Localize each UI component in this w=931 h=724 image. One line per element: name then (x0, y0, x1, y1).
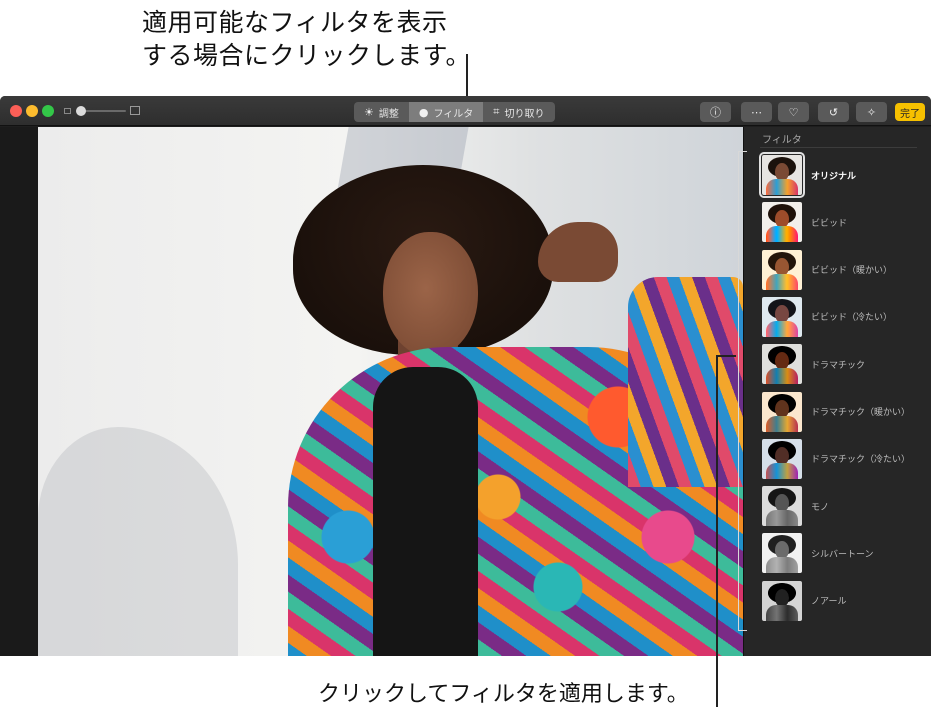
filter-label: シルバートーン (811, 549, 874, 560)
thumbnail-face (775, 399, 789, 418)
filter-item-dramatic-warm[interactable]: ドラマチック（暖かい） (762, 390, 922, 434)
filters-bracket (738, 151, 747, 631)
favorite-button[interactable]: ♡ (778, 102, 809, 122)
minimize-window-button[interactable] (26, 105, 38, 117)
thumbnail-face (775, 257, 789, 276)
filter-thumbnail (762, 344, 802, 385)
filters-sidebar: フィルタ オリジナルビビッドビビッド（暖かい） ビビッド（冷たい） ドラマチックドラ… (743, 127, 931, 656)
callout-bottom-line (716, 355, 718, 707)
filter-item-original[interactable]: オリジナル (759, 152, 922, 198)
filter-thumbnail (762, 249, 802, 290)
crop-icon: ⌗ (493, 105, 500, 118)
filter-thumbnail (762, 438, 802, 479)
edited-photo (38, 127, 743, 656)
filter-thumbnail (762, 296, 802, 337)
done-button[interactable]: 完了 (895, 103, 925, 121)
sun-icon: ☀ (364, 105, 374, 119)
filter-label: オリジナル (811, 171, 857, 182)
zoom-knob[interactable] (76, 106, 86, 116)
rotate-button[interactable]: ↺ (818, 102, 849, 122)
callout-top-line (466, 54, 468, 102)
filter-label: モノ (811, 502, 830, 513)
ellipsis-icon: ⋯ (751, 105, 762, 119)
zoom-in-icon (130, 106, 140, 115)
tab-filters-label: フィルタ (433, 108, 474, 120)
tab-crop-label: 切り取り (504, 108, 545, 120)
filter-thumbnail (762, 202, 802, 243)
callout-bottom-line-cap (716, 355, 736, 357)
black-shirt (373, 367, 478, 656)
heart-icon: ♡ (788, 105, 799, 119)
filter-icon: ● (418, 105, 429, 119)
thumbnail-face (775, 588, 789, 607)
callout-top: 適用可能なフィルタを表示 する場合にクリックします。 (142, 6, 471, 72)
fullscreen-window-button[interactable] (42, 105, 54, 117)
filter-label: ドラマチック (811, 360, 866, 371)
jacket-sleeve (628, 277, 743, 487)
filter-item-dramatic[interactable]: ドラマチック (762, 342, 922, 386)
filter-thumbnail (762, 580, 802, 621)
zoom-slider[interactable] (62, 104, 142, 118)
thumbnail-jacket (766, 179, 798, 195)
zoom-out-icon (64, 108, 71, 114)
rotate-icon: ↺ (828, 105, 839, 119)
filter-item-dramatic-cool[interactable]: ドラマチック（冷たい） (762, 437, 922, 481)
photo-canvas[interactable] (0, 127, 743, 656)
face (383, 232, 478, 357)
thumbnail-jacket (766, 368, 798, 385)
thumbnail-jacket (766, 557, 798, 574)
tab-crop[interactable]: ⌗ 切り取り (483, 102, 554, 122)
close-window-button[interactable] (10, 105, 22, 117)
titlebar: ☀ 調整 ● フィルタ ⌗ 切り取り ⓘ ⋯ ♡ ↺ ✧ 完了 (0, 96, 931, 126)
filter-label: ビビッド (811, 218, 848, 229)
thumbnail-jacket (766, 510, 798, 527)
filter-label: ドラマチック（暖かい） (811, 408, 911, 418)
thumbnail-jacket (766, 226, 798, 243)
magic-wand-icon: ✧ (866, 105, 877, 119)
filter-label: ビビッド（暖かい） (811, 266, 893, 277)
tab-filters[interactable]: ● フィルタ (408, 102, 484, 122)
filter-item-cool[interactable]: ビビッド（冷たい） (762, 295, 922, 339)
filter-label: ビビッド（冷たい） (811, 313, 893, 324)
callout-bottom: クリックしてフィルタを適用します。 (318, 682, 689, 707)
sidebar-divider (760, 147, 917, 148)
wall-shadow-2 (38, 427, 238, 656)
photos-window: ☀ 調整 ● フィルタ ⌗ 切り取り ⓘ ⋯ ♡ ↺ ✧ 完了 フィルタ オリジ… (0, 96, 931, 656)
tab-adjust[interactable]: ☀ 調整 (354, 102, 409, 122)
raised-arm (538, 222, 618, 282)
filter-item-vivid[interactable]: ビビッド (762, 200, 922, 244)
info-icon: ⓘ (710, 106, 721, 119)
filter-label: ドラマチック（冷たい） (811, 455, 911, 466)
more-button[interactable]: ⋯ (741, 102, 772, 122)
sidebar-title: フィルタ (762, 135, 802, 146)
info-button[interactable]: ⓘ (700, 102, 731, 122)
thumbnail-jacket (766, 415, 798, 432)
filter-item-silver[interactable]: シルバートーン (762, 531, 922, 575)
thumbnail-jacket (766, 462, 798, 479)
tab-adjust-label: 調整 (378, 108, 399, 120)
filter-item-mono[interactable]: モノ (762, 484, 922, 528)
auto-enhance-button[interactable]: ✧ (856, 102, 887, 122)
filter-item-noir[interactable]: ノアール (762, 579, 922, 623)
callout-top-line1: 適用可能なフィルタを表示 (142, 8, 448, 37)
thumbnail-jacket (766, 273, 798, 290)
filter-thumbnail (759, 152, 805, 198)
thumbnail-jacket (766, 604, 798, 621)
filter-label: ノアール (811, 597, 847, 608)
filter-thumbnail (762, 486, 802, 527)
thumbnail-jacket (766, 320, 798, 337)
filter-thumbnail (762, 533, 802, 574)
callout-top-line2: する場合にクリックします。 (142, 41, 472, 70)
edit-mode-segmented-control: ☀ 調整 ● フィルタ ⌗ 切り取り (354, 102, 555, 122)
filter-thumbnail (762, 391, 802, 432)
filter-item-warm[interactable]: ビビッド（暖かい） (762, 248, 922, 292)
